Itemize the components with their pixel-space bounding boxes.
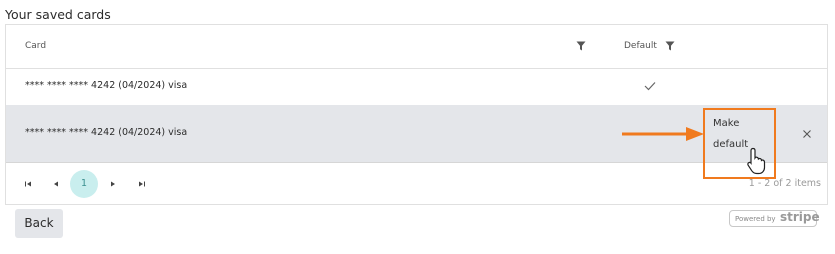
default-filter-icon[interactable] bbox=[665, 41, 675, 51]
page-button-current[interactable]: 1 bbox=[70, 170, 98, 198]
grid-header: Card Default bbox=[6, 25, 827, 69]
pager: 1 1 - 2 of 2 items bbox=[6, 163, 827, 205]
previous-page-icon[interactable] bbox=[49, 177, 63, 191]
mouse-cursor-icon bbox=[747, 147, 766, 175]
pager-info: 1 - 2 of 2 items bbox=[748, 178, 821, 189]
column-header-default: Default bbox=[624, 41, 657, 51]
saved-cards-grid: Card Default **** **** **** 4242 (04/202… bbox=[5, 24, 828, 205]
card-cell: **** **** **** 4242 (04/2024) visa bbox=[25, 80, 188, 91]
delete-icon[interactable] bbox=[801, 128, 813, 140]
first-page-icon[interactable] bbox=[21, 177, 35, 191]
powered-by-stripe-badge[interactable]: Powered by stripe bbox=[729, 210, 820, 227]
annotation-arrow-icon bbox=[622, 127, 704, 141]
card-filter-icon[interactable] bbox=[576, 41, 586, 51]
last-page-icon[interactable] bbox=[135, 177, 149, 191]
checkmark-icon bbox=[644, 82, 656, 91]
table-row[interactable]: **** **** **** 4242 (04/2024) visa bbox=[6, 69, 827, 106]
back-button[interactable]: Back bbox=[15, 209, 63, 238]
section-title: Your saved cards bbox=[5, 7, 111, 22]
column-header-card: Card bbox=[25, 41, 47, 51]
stripe-logo: stripe bbox=[780, 210, 820, 224]
next-page-icon[interactable] bbox=[106, 177, 120, 191]
powered-by-text: Powered by bbox=[735, 215, 776, 223]
card-cell: **** **** **** 4242 (04/2024) visa bbox=[25, 127, 188, 138]
